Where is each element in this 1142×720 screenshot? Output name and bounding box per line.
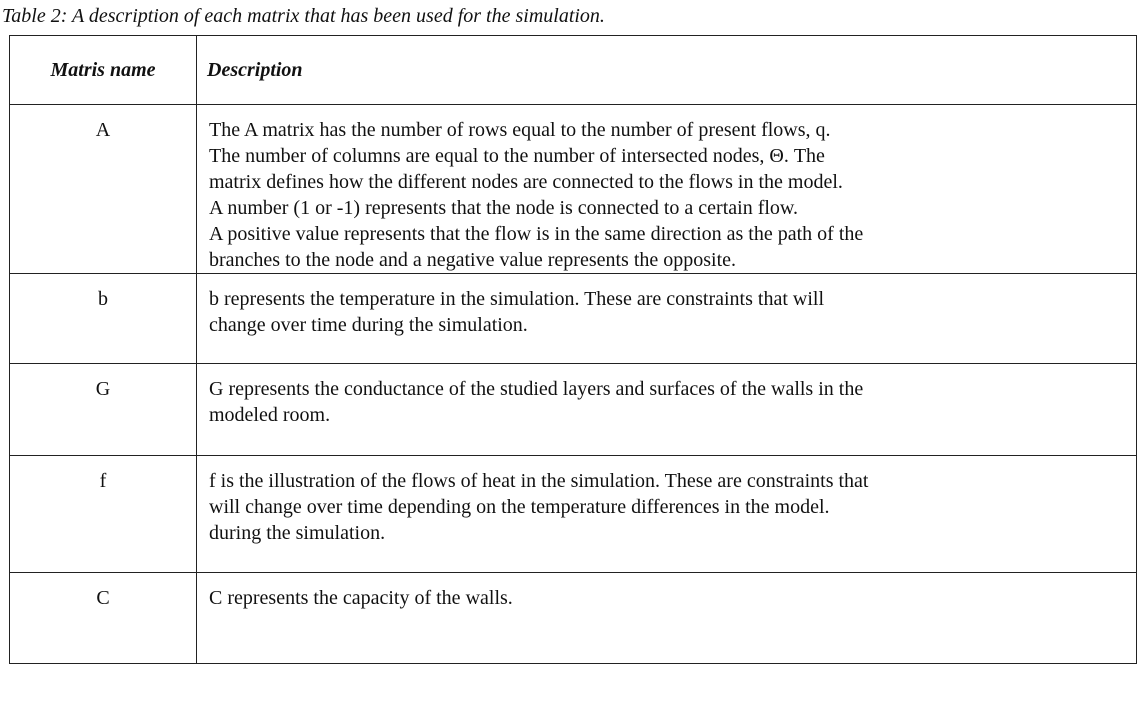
table-row-A: A The A matrix has the number of rows eq… [9, 104, 1137, 274]
description-line: branches to the node and a negative valu… [209, 249, 737, 271]
column-header-matris-name: Matris name [9, 35, 197, 105]
description-line: G represents the conductance of the stud… [209, 378, 864, 400]
matrix-name-cell: f [9, 455, 197, 573]
table-row-C: C C represents the capacity of the walls… [9, 572, 1137, 664]
description-line: during the simulation. [209, 522, 386, 544]
matrix-name-cell: A [9, 104, 197, 274]
matrix-name-cell: C [9, 572, 197, 664]
matrix-name-cell: b [9, 273, 197, 364]
matrix-description-table: Matris name Description A The A matrix h… [9, 35, 1137, 664]
description-line: change over time during the simulation. [209, 314, 528, 336]
description-line: The A matrix has the number of rows equa… [209, 119, 831, 141]
description-line: f is the illustration of the flows of he… [209, 470, 869, 492]
table-row-f: f f is the illustration of the flows of … [9, 455, 1137, 573]
description-line: A number (1 or -1) represents that the n… [209, 197, 799, 219]
description-line: b represents the temperature in the simu… [209, 288, 824, 310]
matrix-description-cell: The A matrix has the number of rows equa… [196, 104, 1137, 274]
matrix-description-cell: b represents the temperature in the simu… [196, 273, 1137, 364]
matrix-description-cell: f is the illustration of the flows of he… [196, 455, 1137, 573]
description-line: A positive value represents that the flo… [209, 223, 864, 245]
description-line: will change over time depending on the t… [209, 496, 830, 518]
description-line: C represents the capacity of the walls. [209, 587, 513, 609]
table-header-row: Matris name Description [9, 35, 1137, 105]
table-row-b: b b represents the temperature in the si… [9, 273, 1137, 364]
column-header-description: Description [196, 35, 1137, 105]
matrix-description-cell: C represents the capacity of the walls. [196, 572, 1137, 664]
description-line: modeled room. [209, 404, 331, 426]
matrix-description-cell: G represents the conductance of the stud… [196, 363, 1137, 456]
matrix-name-cell: G [9, 363, 197, 456]
table-caption: Table 2: A description of each matrix th… [2, 5, 605, 27]
description-line: matrix defines how the different nodes a… [209, 171, 843, 193]
description-line: The number of columns are equal to the n… [209, 145, 825, 167]
table-row-G: G G represents the conductance of the st… [9, 363, 1137, 456]
